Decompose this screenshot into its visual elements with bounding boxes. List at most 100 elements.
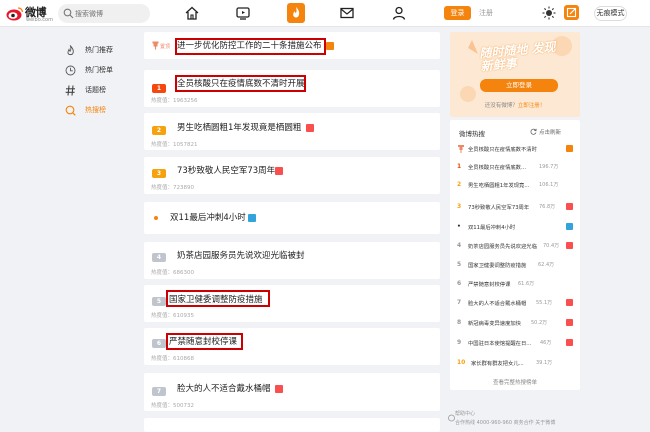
heat-value: 热度值：610868: [151, 356, 194, 362]
no-trace-mode-button[interactable]: 无痕模式: [594, 6, 627, 21]
register-hint: 还没有微博？立即注册！: [455, 101, 575, 109]
rank-badge: 1: [152, 84, 166, 93]
hot-row[interactable]: 1 全员核酸只在疫情底数... 196.7万: [450, 160, 580, 174]
hot-row-text: 脸大的人不适合戴水桶帽: [468, 301, 527, 307]
video-icon[interactable]: [235, 5, 251, 21]
hot-nav-icon[interactable]: [287, 3, 305, 23]
item-title[interactable]: 脸大的人不适合戴水桶帽: [177, 382, 271, 396]
new-tag-icon: [306, 124, 314, 132]
hot-row-count: 196.7万: [539, 164, 559, 170]
weibo-logo[interactable]: 微博 weibo.com: [6, 3, 56, 24]
annotation-box: [175, 75, 306, 92]
register-hint-text: 还没有微博？: [484, 103, 518, 109]
register-now-link[interactable]: 立即注册！: [518, 103, 546, 109]
rank-badge: 7: [152, 387, 166, 396]
search-box[interactable]: [58, 4, 150, 23]
search-input[interactable]: [75, 7, 145, 20]
rank-badge: 6: [152, 339, 166, 348]
hot-row[interactable]: • 双11最后冲刺4小时: [450, 220, 580, 234]
home-icon[interactable]: [184, 5, 200, 21]
new-tag-icon: [275, 167, 283, 175]
pin-label: 置顶: [160, 44, 171, 50]
hot-row-text: 双11最后冲刺4小时: [468, 225, 516, 231]
recommend-tag-icon: [248, 214, 256, 222]
refresh-link[interactable]: 点击刷新: [539, 128, 561, 136]
login-button[interactable]: 登录: [444, 6, 471, 20]
list-item[interactable]: 3 73秒致敬人民空军73周年 热度值：723890: [144, 157, 440, 194]
footer-help-link[interactable]: 帮助中心: [455, 410, 475, 417]
list-item[interactable]: [144, 418, 440, 432]
refresh-icon[interactable]: [530, 128, 537, 135]
list-item[interactable]: 7 脸大的人不适合戴水桶帽 热度值：500732: [144, 373, 440, 411]
hot-row-rank: 5: [457, 261, 462, 268]
rank-badge: 5: [152, 297, 166, 306]
list-item[interactable]: 4 奶茶店园服务员先说欢迎光临被封 热度值：686300: [144, 242, 440, 279]
hot-row-bullet: •: [457, 223, 461, 230]
clock-icon: [65, 65, 76, 76]
profile-icon[interactable]: [391, 5, 407, 21]
hot-row-rank: 2: [457, 181, 462, 188]
list-item[interactable]: 双11最后冲刺4小时: [144, 202, 440, 234]
hot-row[interactable]: 3 73秒致敬人民空军73周年 76.8万: [450, 200, 580, 214]
pin-icon: [152, 41, 159, 50]
promo-dot-icon: [154, 216, 158, 220]
rank-badge: 4: [152, 253, 166, 262]
item-title[interactable]: 73秒致敬人民空军73周年: [177, 164, 275, 178]
list-item[interactable]: 2 男生吃栖圆粗1年发现竟是栖圆粗 热度值：1057821: [144, 113, 440, 150]
annotation-box: [166, 333, 243, 350]
heat-value: 热度值：1057821: [151, 142, 198, 148]
hot-row-count: 55.1万: [536, 300, 553, 306]
view-full-list-link[interactable]: 查看完整热搜榜单: [459, 378, 571, 386]
recommend-tag-icon: [566, 223, 573, 230]
hot-row[interactable]: 全员核酸只在疫情底数不清时: [450, 142, 580, 156]
hot-row-text: 男生吃栖圆粗1年发现竟...: [468, 183, 530, 189]
rank-badge: 3: [152, 169, 166, 178]
hot-row-rank: 7: [457, 299, 462, 306]
heat-value: 热度值：500732: [151, 403, 194, 409]
hot-row-rank: 8: [457, 319, 462, 326]
hot-row-rank: 3: [457, 203, 462, 210]
hot-row[interactable]: 7 脸大的人不适合戴水桶帽 55.1万: [450, 296, 580, 310]
sidebar-item-hot-recommend[interactable]: 热门推荐: [56, 40, 130, 60]
sidebar-item-hot-list[interactable]: 热门榜单: [56, 60, 130, 80]
pin-icon: [458, 145, 464, 153]
annotation-box: [175, 38, 326, 55]
hot-row[interactable]: 8 新冠病毒变异速度加快 50.2万: [450, 316, 580, 330]
hot-row[interactable]: 2 男生吃栖圆粗1年发现竟... 106.1万: [450, 178, 580, 192]
sidebar-item-hot-search[interactable]: 热搜榜: [56, 100, 130, 120]
hashtag-icon: [65, 85, 75, 96]
hot-row[interactable]: 6 严禁随意封校停课 61.6万: [450, 277, 580, 291]
new-tag-icon: [566, 319, 573, 326]
hot-row-text: 中国驻日本使馆提醒在日...: [468, 341, 532, 347]
item-title[interactable]: 双11最后冲刺4小时: [170, 211, 246, 225]
register-link[interactable]: 注册: [479, 6, 493, 20]
logo-subtext: weibo.com: [26, 17, 53, 23]
heat-value: 热度值：723890: [151, 185, 194, 191]
hot-row[interactable]: 5 国家卫健委调整防疫措施 62.4万: [450, 258, 580, 272]
hot-row-rank: 1: [457, 163, 462, 170]
new-tag-icon: [566, 299, 573, 306]
hot-search-panel: 微博热搜 点击刷新 全员核酸只在疫情底数不清时 1 全员核酸只在疫情底数... …: [450, 120, 580, 390]
hot-row[interactable]: 10 家长群有群友把女儿... 39.1万: [450, 356, 580, 370]
sidebar-item-topics[interactable]: 话题榜: [56, 80, 130, 100]
hot-row-text: 家长群有群友把女儿...: [471, 361, 524, 367]
sidebar-item-label: 话题榜: [85, 86, 106, 94]
mail-icon[interactable]: [339, 5, 355, 21]
compose-icon: [566, 7, 577, 18]
item-title[interactable]: 奶茶店园服务员先说欢迎光临被封: [177, 249, 305, 263]
flame-icon: [67, 45, 74, 56]
login-now-button[interactable]: 立即登录: [480, 79, 558, 92]
item-title[interactable]: 男生吃栖圆粗1年发现竟是栖圆粗: [177, 121, 301, 135]
help-icon: [448, 414, 455, 422]
annotation-box: [166, 290, 270, 307]
hot-row-text: 国家卫健委调整防疫措施: [468, 263, 527, 269]
compose-button[interactable]: [564, 5, 579, 20]
hot-row-text: 全员核酸只在疫情底数不清时: [468, 147, 537, 153]
search-icon: [63, 8, 74, 19]
hot-row-count: 106.1万: [539, 182, 559, 188]
hot-row-count: 50.2万: [531, 320, 548, 326]
hot-row[interactable]: 9 中国驻日本使馆提醒在日... 46万: [450, 336, 580, 350]
theme-toggle-icon[interactable]: [542, 6, 556, 20]
hot-row[interactable]: 4 奶茶店园服务员先说欢迎光临 70.4万: [450, 239, 580, 253]
sidebar-item-label: 热门榜单: [85, 66, 113, 74]
